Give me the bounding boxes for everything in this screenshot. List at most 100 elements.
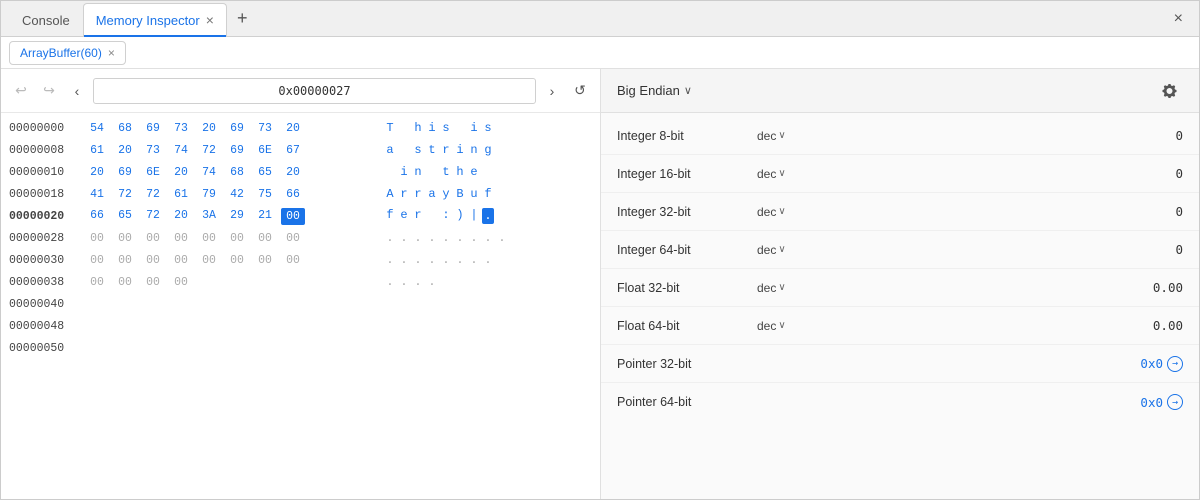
- type-value[interactable]: 0x0→: [1140, 394, 1183, 410]
- settings-button[interactable]: [1157, 78, 1183, 104]
- next-button[interactable]: ›: [540, 79, 564, 103]
- format-select[interactable]: dec∨: [757, 319, 786, 333]
- byte-cell[interactable]: 00: [253, 231, 277, 246]
- byte-cell[interactable]: 72: [197, 143, 221, 158]
- type-value[interactable]: 0x0→: [1140, 356, 1183, 372]
- byte-cell[interactable]: 00: [169, 231, 193, 246]
- byte-cell[interactable]: 00: [281, 231, 305, 246]
- byte-cell[interactable]: 72: [141, 187, 165, 202]
- byte-cell[interactable]: 00: [169, 253, 193, 268]
- ascii-char[interactable]: .: [398, 275, 410, 289]
- ascii-char[interactable]: u: [468, 187, 480, 201]
- endian-select[interactable]: Big Endian ∨: [617, 83, 692, 98]
- byte-cell[interactable]: 69: [225, 143, 249, 158]
- byte-cell[interactable]: 21: [253, 208, 277, 225]
- ascii-char[interactable]: .: [384, 231, 396, 245]
- ascii-char[interactable]: r: [412, 187, 424, 201]
- ascii-char[interactable]: e: [468, 165, 480, 179]
- byte-cell[interactable]: 42: [225, 187, 249, 202]
- ascii-char[interactable]: .: [454, 231, 466, 245]
- byte-cell[interactable]: 00: [85, 253, 109, 268]
- ascii-char[interactable]: .: [468, 253, 480, 267]
- ascii-char[interactable]: h: [412, 121, 424, 135]
- tab-console[interactable]: Console: [9, 3, 83, 37]
- tab-add-button[interactable]: +: [229, 4, 256, 33]
- byte-cell[interactable]: 67: [281, 143, 305, 158]
- byte-cell[interactable]: 29: [225, 208, 249, 225]
- byte-cell[interactable]: 00: [141, 253, 165, 268]
- byte-cell[interactable]: 69: [225, 121, 249, 136]
- byte-cell[interactable]: 73: [253, 121, 277, 136]
- byte-cell[interactable]: 00: [225, 253, 249, 268]
- format-select[interactable]: dec∨: [757, 281, 786, 295]
- byte-cell[interactable]: 00: [85, 275, 109, 290]
- navigate-pointer-icon[interactable]: →: [1167, 356, 1183, 372]
- byte-cell[interactable]: 6E: [141, 165, 165, 180]
- byte-cell[interactable]: 20: [197, 121, 221, 136]
- byte-cell[interactable]: 66: [85, 208, 109, 225]
- ascii-char[interactable]: [398, 121, 410, 135]
- format-select[interactable]: dec∨: [757, 243, 786, 257]
- ascii-char[interactable]: :: [440, 208, 452, 224]
- ascii-char[interactable]: [398, 143, 410, 157]
- ascii-char[interactable]: a: [426, 187, 438, 201]
- ascii-char[interactable]: .: [426, 275, 438, 289]
- ascii-char[interactable]: i: [468, 121, 480, 135]
- format-select[interactable]: dec∨: [757, 205, 786, 219]
- ascii-char[interactable]: n: [468, 143, 480, 157]
- ascii-char[interactable]: r: [412, 208, 424, 224]
- ascii-char[interactable]: ): [454, 208, 466, 224]
- byte-cell[interactable]: 00: [141, 275, 165, 290]
- byte-cell[interactable]: 00: [225, 231, 249, 246]
- ascii-char[interactable]: .: [384, 253, 396, 267]
- ascii-char[interactable]: y: [440, 187, 452, 201]
- byte-cell[interactable]: 20: [281, 165, 305, 180]
- ascii-char[interactable]: .: [482, 208, 494, 224]
- byte-cell[interactable]: 54: [85, 121, 109, 136]
- ascii-char[interactable]: |: [468, 208, 480, 224]
- address-input[interactable]: [93, 78, 536, 104]
- ascii-char[interactable]: g: [482, 143, 494, 157]
- ascii-char[interactable]: f: [482, 187, 494, 201]
- byte-cell[interactable]: 00: [281, 253, 305, 268]
- ascii-char[interactable]: [454, 121, 466, 135]
- byte-cell[interactable]: 65: [253, 165, 277, 180]
- ascii-char[interactable]: [482, 165, 494, 179]
- byte-cell[interactable]: 00: [281, 208, 305, 225]
- byte-cell[interactable]: 66: [281, 187, 305, 202]
- ascii-char[interactable]: .: [454, 253, 466, 267]
- navigate-pointer-icon[interactable]: →: [1167, 394, 1183, 410]
- ascii-char[interactable]: t: [426, 143, 438, 157]
- ascii-char[interactable]: .: [440, 253, 452, 267]
- ascii-char[interactable]: [426, 165, 438, 179]
- ascii-char[interactable]: s: [412, 143, 424, 157]
- window-close-button[interactable]: ×: [1166, 6, 1191, 32]
- redo-button[interactable]: ↪: [37, 79, 61, 103]
- ascii-char[interactable]: .: [482, 231, 494, 245]
- byte-cell[interactable]: 72: [141, 208, 165, 225]
- byte-cell[interactable]: 41: [85, 187, 109, 202]
- byte-cell[interactable]: 65: [113, 208, 137, 225]
- ascii-char[interactable]: r: [440, 143, 452, 157]
- byte-cell[interactable]: 20: [169, 208, 193, 225]
- tab-memory-inspector[interactable]: Memory Inspector ×: [83, 3, 227, 37]
- byte-cell[interactable]: 68: [225, 165, 249, 180]
- ascii-char[interactable]: i: [398, 165, 410, 179]
- byte-cell[interactable]: 61: [85, 143, 109, 158]
- byte-cell[interactable]: 00: [197, 231, 221, 246]
- byte-cell[interactable]: 00: [169, 275, 193, 290]
- byte-cell[interactable]: 20: [113, 143, 137, 158]
- byte-cell[interactable]: 00: [141, 231, 165, 246]
- byte-cell[interactable]: 74: [169, 143, 193, 158]
- ascii-char[interactable]: .: [412, 231, 424, 245]
- byte-cell[interactable]: 69: [113, 165, 137, 180]
- ascii-char[interactable]: B: [454, 187, 466, 201]
- ascii-char[interactable]: f: [384, 208, 396, 224]
- byte-cell[interactable]: 20: [85, 165, 109, 180]
- byte-cell[interactable]: 3A: [197, 208, 221, 225]
- prev-button[interactable]: ‹: [65, 79, 89, 103]
- byte-cell[interactable]: 6E: [253, 143, 277, 158]
- byte-cell[interactable]: 00: [85, 231, 109, 246]
- tab-memory-close[interactable]: ×: [206, 13, 214, 27]
- format-select[interactable]: dec∨: [757, 129, 786, 143]
